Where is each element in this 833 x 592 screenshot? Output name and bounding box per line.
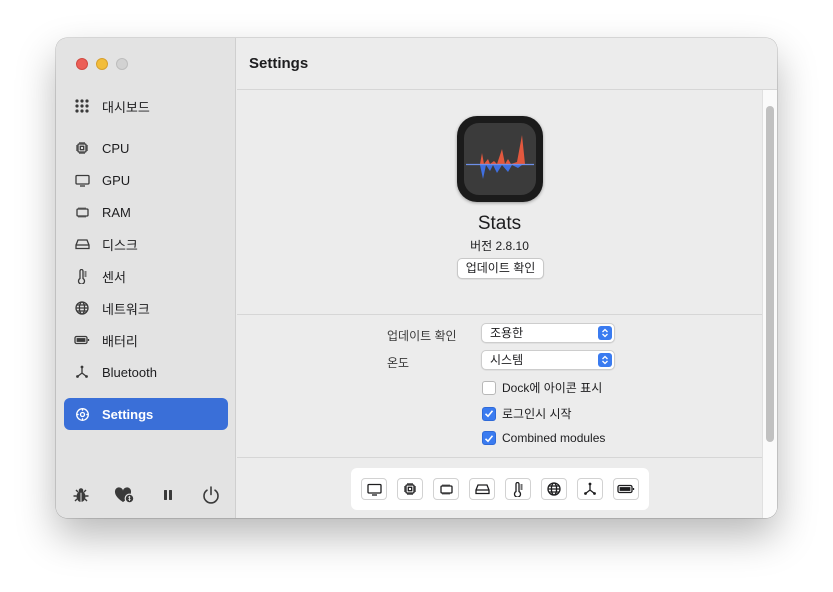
combined-modules-checkbox[interactable]: Combined modules (482, 431, 605, 445)
divider (237, 314, 762, 315)
zoom-button[interactable] (116, 58, 128, 70)
update-mode-value: 조용한 (490, 326, 524, 340)
sidebar-item-label: 네트워크 (102, 301, 150, 317)
temperature-select[interactable]: 시스템 (481, 350, 615, 370)
sidebar-item-settings[interactable]: Settings (64, 398, 228, 430)
stats-app-icon (457, 116, 543, 202)
bluetooth-module-icon[interactable] (577, 478, 603, 500)
divider (237, 457, 762, 458)
sidebar-item-gpu[interactable]: GPU (64, 164, 228, 196)
globe-icon (74, 300, 90, 316)
sidebar-item-disk[interactable]: 디스크 (64, 228, 228, 260)
gear-icon (74, 406, 90, 422)
bluetooth-icon (74, 364, 90, 380)
sidebar: 대시보드 CPU GPU RAM 디스크 센서 네트워크 배터리 Bluetoo… (56, 38, 236, 518)
sidebar-item-label: Settings (102, 406, 154, 422)
sidebar-footer (66, 484, 226, 506)
checkbox-label: Combined modules (502, 431, 606, 445)
sidebar-item-label: 대시보드 (102, 99, 150, 115)
chevron-updown-icon (598, 353, 612, 367)
checkbox-label: Dock에 아이콘 표시 (502, 381, 603, 395)
sensors-module-icon[interactable] (505, 478, 531, 500)
checkmark-icon[interactable] (482, 431, 496, 445)
page-title: Settings (249, 55, 309, 72)
ram-module-icon[interactable] (433, 478, 459, 500)
sidebar-item-label: 배터리 (102, 333, 138, 349)
sidebar-item-bluetooth[interactable]: Bluetooth (64, 356, 228, 388)
stats-window: 대시보드 CPU GPU RAM 디스크 센서 네트워크 배터리 Bluetoo… (56, 38, 777, 518)
app-version: 버전 2.8.10 (470, 239, 529, 253)
combined-modules-bar (351, 468, 649, 510)
gpu-module-icon[interactable] (361, 478, 387, 500)
pause-icon[interactable] (157, 484, 179, 506)
checkbox-label: 로그인시 시작 (502, 407, 572, 421)
battery-module-icon[interactable] (613, 478, 639, 500)
cpu-module-icon[interactable] (397, 478, 423, 500)
check-update-button[interactable]: 업데이트 확인 (457, 258, 544, 279)
launch-at-login-checkbox[interactable]: 로그인시 시작 (482, 405, 572, 422)
window-controls (76, 58, 128, 70)
update-mode-select[interactable]: 조용한 (481, 323, 615, 343)
close-button[interactable] (76, 58, 88, 70)
update-label: 업데이트 확인 (387, 329, 457, 343)
sidebar-item-label: CPU (102, 140, 130, 156)
minimize-button[interactable] (96, 58, 108, 70)
sidebar-item-sensors[interactable]: 센서 (64, 260, 228, 292)
cpu-icon (74, 140, 90, 156)
sidebar-item-label: RAM (102, 204, 131, 220)
gpu-icon (74, 172, 90, 188)
sidebar-item-label: Bluetooth (102, 364, 157, 380)
battery-icon (74, 332, 90, 348)
dock-icon-checkbox[interactable]: Dock에 아이콘 표시 (482, 379, 602, 396)
chevron-updown-icon (598, 326, 612, 340)
sidebar-item-cpu[interactable]: CPU (64, 132, 228, 164)
ram-icon (74, 204, 90, 220)
app-name: Stats (477, 213, 522, 234)
disk-icon (74, 236, 90, 252)
power-icon[interactable] (200, 484, 222, 506)
sidebar-item-label: 센서 (102, 269, 126, 285)
thermometer-icon (74, 268, 90, 284)
bug-icon[interactable] (70, 484, 92, 506)
network-module-icon[interactable] (541, 478, 567, 500)
sidebar-item-network[interactable]: 네트워크 (64, 292, 228, 324)
sidebar-item-battery[interactable]: 배터리 (64, 324, 228, 356)
temperature-value: 시스템 (490, 353, 524, 367)
checkbox-unchecked[interactable] (482, 380, 496, 395)
sidebar-item-dashboard[interactable]: 대시보드 (64, 90, 228, 122)
sidebar-item-label: GPU (102, 172, 131, 188)
settings-panel: Settings Stats 버전 2.8.10 업데이트 확인 업데이트 확인… (237, 38, 777, 518)
sidebar-item-label: 디스크 (102, 237, 138, 253)
temperature-label: 온도 (387, 356, 410, 370)
toolbar: Settings (237, 38, 777, 90)
sidebar-item-ram[interactable]: RAM (64, 196, 228, 228)
disk-module-icon[interactable] (469, 478, 495, 500)
grid-icon (74, 98, 90, 114)
checkmark-icon[interactable] (482, 406, 496, 421)
heart-donate-icon[interactable] (113, 484, 135, 506)
scrollbar-thumb[interactable] (766, 106, 774, 442)
